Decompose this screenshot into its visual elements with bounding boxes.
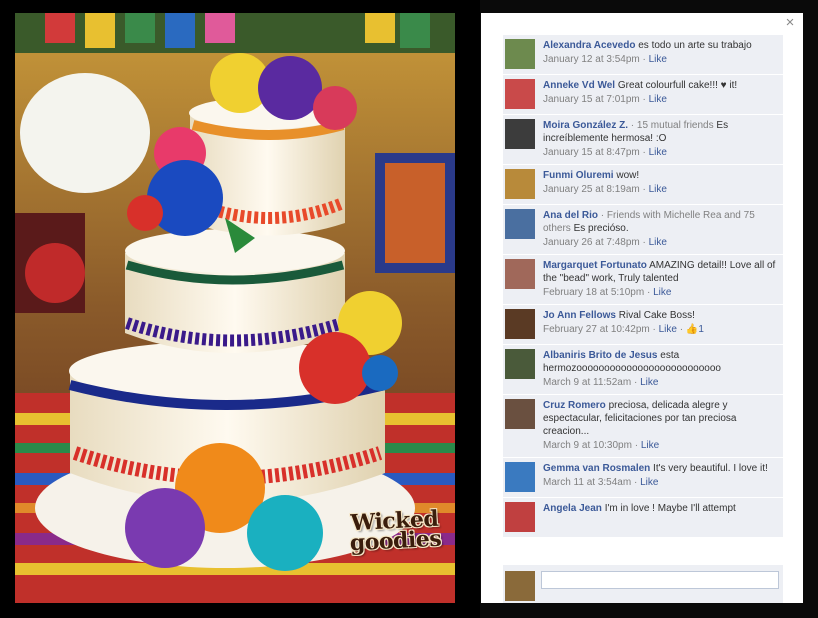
- commenter-name[interactable]: Jo Ann Fellows: [543, 310, 616, 321]
- like-link[interactable]: Like: [640, 477, 658, 488]
- comment-body: Funmi Oluremi wow! January 25 at 8:19am ·…: [543, 169, 779, 199]
- like-link[interactable]: Like: [649, 147, 667, 158]
- comment-item: Moira González Z. · 15 mutual friends Es…: [503, 115, 783, 165]
- comment-meta: January 15 at 7:01pm · Like: [543, 94, 667, 105]
- commenter-name[interactable]: Margarquet Fortunato: [543, 260, 647, 271]
- comment-item: Ana del Rio · Friends with Michelle Rea …: [503, 205, 783, 255]
- comment-body: Angela Jean I'm in love ! Maybe I'll att…: [543, 502, 779, 532]
- comment-item: Alexandra Acevedo es todo un arte su tra…: [503, 35, 783, 75]
- like-link[interactable]: Like: [649, 184, 667, 195]
- comment-text: Rival Cake Boss!: [618, 310, 695, 321]
- photo-stage: Wicked goodies: [0, 0, 480, 618]
- comment-input[interactable]: [541, 571, 779, 589]
- commenter-name[interactable]: Albaniris Brito de Jesus: [543, 350, 657, 361]
- comment-text: It's very beautiful. I love it!: [653, 463, 768, 474]
- comment-body: Anneke Vd Wel Great colourfull cake!!! ♥…: [543, 79, 779, 109]
- comment-text: es todo un arte su trabajo: [638, 40, 752, 51]
- like-link[interactable]: Like: [649, 237, 667, 248]
- commenter-avatar[interactable]: [505, 209, 535, 239]
- comment-body: Jo Ann Fellows Rival Cake Boss! February …: [543, 309, 779, 339]
- commenter-avatar[interactable]: [505, 502, 535, 532]
- like-count[interactable]: 👍1: [686, 324, 704, 335]
- commenter-context: · 15 mutual friends: [630, 120, 714, 131]
- comment-meta: February 27 at 10:42pm · Like · 👍1: [543, 324, 704, 335]
- commenter-name[interactable]: Funmi Oluremi: [543, 170, 614, 181]
- like-link[interactable]: Like: [641, 440, 659, 451]
- commenter-name[interactable]: Angela Jean: [543, 503, 602, 514]
- commenter-avatar[interactable]: [505, 309, 535, 339]
- comment-time[interactable]: January 12 at 3:54pm: [543, 54, 640, 65]
- watermark-line2: goodies: [349, 525, 442, 557]
- photo-watermark: Wicked goodies: [339, 506, 451, 557]
- commenter-name[interactable]: Ana del Rio: [543, 210, 598, 221]
- commenter-name[interactable]: Alexandra Acevedo: [543, 40, 635, 51]
- comment-text: Es precióso.: [573, 223, 629, 234]
- comments-sidebar: × Alexandra Acevedo es todo un arte su t…: [481, 13, 803, 603]
- like-count-value: 1: [698, 324, 704, 335]
- close-icon[interactable]: ×: [783, 15, 797, 30]
- comment-meta: January 25 at 8:19am · Like: [543, 184, 667, 195]
- like-link[interactable]: Like: [649, 54, 667, 65]
- like-link[interactable]: Like: [653, 287, 671, 298]
- comment-meta: February 18 at 5:10pm · Like: [543, 287, 672, 298]
- comment-time[interactable]: January 15 at 8:47pm: [543, 147, 640, 158]
- comment-item: Funmi Oluremi wow! January 25 at 8:19am ·…: [503, 165, 783, 205]
- commenter-avatar[interactable]: [505, 169, 535, 199]
- photo[interactable]: Wicked goodies: [15, 13, 455, 603]
- comment-item: Albaniris Brito de Jesus esta hermozoooo…: [503, 345, 783, 395]
- comment-body: Moira González Z. · 15 mutual friends Es…: [543, 119, 779, 159]
- comment-text: Great colourfull cake!!! ♥ it!: [617, 80, 738, 91]
- commenter-name[interactable]: Cruz Romero: [543, 400, 606, 411]
- commenter-avatar[interactable]: [505, 462, 535, 492]
- comment-time[interactable]: March 9 at 11:52am: [543, 377, 631, 388]
- comment-time[interactable]: February 27 at 10:42pm: [543, 324, 650, 335]
- comment-text: I'm in love ! Maybe I'll attempt: [604, 503, 736, 514]
- user-avatar: [505, 571, 535, 601]
- comment-time[interactable]: March 11 at 3:54am: [543, 477, 631, 488]
- comment-meta: January 26 at 7:48pm · Like: [543, 237, 667, 248]
- comment-time[interactable]: March 9 at 10:30pm: [543, 440, 632, 451]
- comment-body: Albaniris Brito de Jesus esta hermozoooo…: [543, 349, 779, 389]
- comment-body: Alexandra Acevedo es todo un arte su tra…: [543, 39, 779, 69]
- comments-list[interactable]: Alexandra Acevedo es todo un arte su tra…: [503, 35, 783, 565]
- comment-body: Margarquet Fortunato AMAZING detail!! Lo…: [543, 259, 779, 299]
- commenter-avatar[interactable]: [505, 39, 535, 69]
- commenter-avatar[interactable]: [505, 399, 535, 429]
- comment-meta: March 11 at 3:54am · Like: [543, 477, 659, 488]
- commenter-name[interactable]: Anneke Vd Wel: [543, 80, 615, 91]
- comment-time[interactable]: January 26 at 7:48pm: [543, 237, 640, 248]
- comment-body: Cruz Romero preciosa, delicada alegre y …: [543, 399, 779, 452]
- commenter-avatar[interactable]: [505, 259, 535, 289]
- comment-item: Gemma van Rosmalen It's very beautiful. …: [503, 458, 783, 498]
- comment-meta: January 12 at 3:54pm · Like: [543, 54, 667, 65]
- comment-item: Cruz Romero preciosa, delicada alegre y …: [503, 395, 783, 458]
- comment-item: Anneke Vd Wel Great colourfull cake!!! ♥…: [503, 75, 783, 115]
- like-link[interactable]: Like: [640, 377, 658, 388]
- comment-meta: January 15 at 8:47pm · Like: [543, 147, 667, 158]
- comment-body: Gemma van Rosmalen It's very beautiful. …: [543, 462, 779, 492]
- thumbs-up-icon: 👍: [685, 324, 699, 335]
- comment-time[interactable]: January 15 at 7:01pm: [543, 94, 640, 105]
- comment-composer: [503, 565, 783, 603]
- comment-time[interactable]: January 25 at 8:19am: [543, 184, 640, 195]
- commenter-name[interactable]: Moira González Z.: [543, 120, 628, 131]
- comment-meta: March 9 at 11:52am · Like: [543, 377, 659, 388]
- commenter-avatar[interactable]: [505, 119, 535, 149]
- like-link[interactable]: Like: [649, 94, 667, 105]
- commenter-avatar[interactable]: [505, 79, 535, 109]
- comment-item: Jo Ann Fellows Rival Cake Boss! February …: [503, 305, 783, 345]
- comment-text: wow!: [616, 170, 640, 181]
- comment-item: Angela Jean I'm in love ! Maybe I'll att…: [503, 498, 783, 538]
- comment-meta: March 9 at 10:30pm · Like: [543, 440, 660, 451]
- comment-time[interactable]: February 18 at 5:10pm: [543, 287, 644, 298]
- comment-item: Margarquet Fortunato AMAZING detail!! Lo…: [503, 255, 783, 305]
- commenter-avatar[interactable]: [505, 349, 535, 379]
- commenter-name[interactable]: Gemma van Rosmalen: [543, 463, 650, 474]
- like-link[interactable]: Like: [659, 324, 677, 335]
- comment-body: Ana del Rio · Friends with Michelle Rea …: [543, 209, 779, 249]
